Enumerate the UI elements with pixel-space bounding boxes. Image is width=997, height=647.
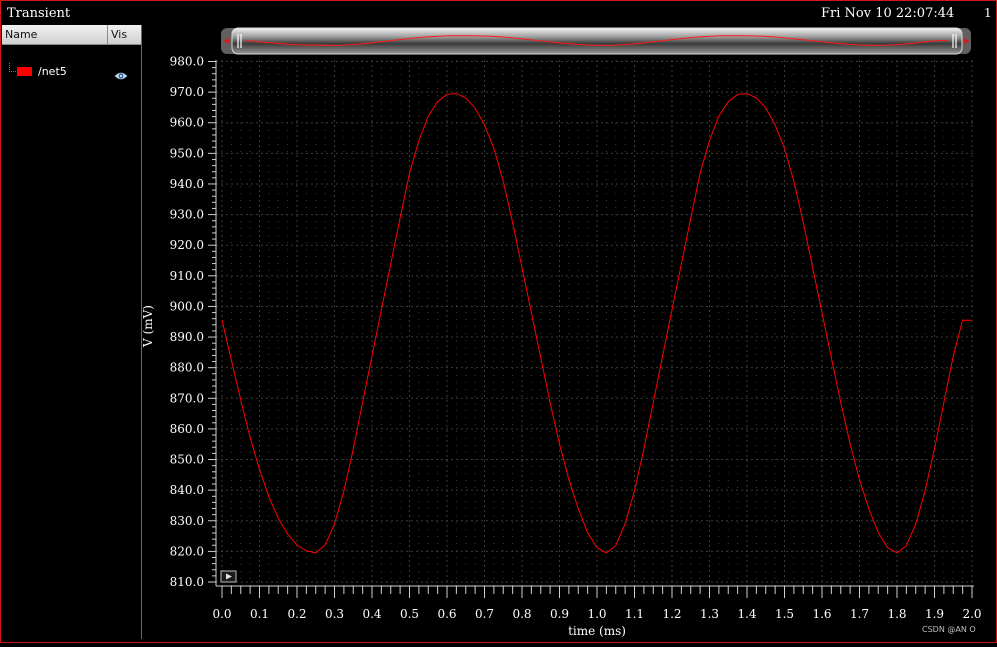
x-tick-label: 0.1 xyxy=(250,607,269,621)
y-tick-label: 880.0 xyxy=(170,361,204,375)
y-axis: 980.0 970.0 960.0 950.0 940.0 930.0 920.0 910.0… xyxy=(170,55,216,589)
x-tick-label: 1.1 xyxy=(625,607,644,621)
x-tick-label: 0.3 xyxy=(325,607,344,621)
y-tick-label: 890.0 xyxy=(170,330,204,344)
x-tick-label: 1.5 xyxy=(775,607,794,621)
x-axis-label: time (ms) xyxy=(568,624,626,638)
y-tick-label: 810.0 xyxy=(170,575,204,589)
watermark: CSDN @AN O xyxy=(922,625,976,634)
x-tick-label: 1.6 xyxy=(812,607,831,621)
y-tick-label: 850.0 xyxy=(170,453,204,467)
y-tick-label: 870.0 xyxy=(170,391,204,405)
y-tick-label: 980.0 xyxy=(170,55,204,69)
x-tick-label: 0.6 xyxy=(437,607,456,621)
x-tick-label: 1.7 xyxy=(850,607,869,621)
y-axis-label: V (mV) xyxy=(141,305,155,348)
x-tick-label: 1.3 xyxy=(700,607,719,621)
x-tick-label: 0.2 xyxy=(287,607,306,621)
x-tick-label: 1.9 xyxy=(925,607,944,621)
x-tick-label: 1.8 xyxy=(887,607,906,621)
y-tick-label: 860.0 xyxy=(170,422,204,436)
x-tick-label: 0.0 xyxy=(212,607,231,621)
x-tick-label: 0.4 xyxy=(362,607,381,621)
y-tick-label: 930.0 xyxy=(170,208,204,222)
waveform-chart[interactable]: 980.0 970.0 960.0 950.0 940.0 930.0 920.0 910.0… xyxy=(0,0,997,643)
y-tick-label: 920.0 xyxy=(170,238,204,252)
x-axis: 0.0 0.1 0.2 0.3 0.4 0.5 0.6 0.7 0.8 0.9 1.0 1.1 1.2 1… xyxy=(212,586,982,621)
y-tick-label: 840.0 xyxy=(170,483,204,497)
x-tick-label: 0.7 xyxy=(475,607,494,621)
x-tick-label: 1.0 xyxy=(587,607,606,621)
play-icon[interactable] xyxy=(220,570,237,583)
y-tick-label: 910.0 xyxy=(170,269,204,283)
y-tick-label: 900.0 xyxy=(170,299,204,313)
x-tick-label: 1.2 xyxy=(662,607,681,621)
y-tick-label: 950.0 xyxy=(170,146,204,160)
x-tick-label: 1.4 xyxy=(737,607,756,621)
waveform-area: 980.0 970.0 960.0 950.0 940.0 930.0 920.0 910.0… xyxy=(0,0,997,643)
y-tick-label: 960.0 xyxy=(170,116,204,130)
y-tick-label: 940.0 xyxy=(170,177,204,191)
x-tick-label: 0.9 xyxy=(550,607,569,621)
x-tick-label: 0.5 xyxy=(400,607,419,621)
y-tick-label: 820.0 xyxy=(170,544,204,558)
y-tick-label: 830.0 xyxy=(170,514,204,528)
y-tick-label: 970.0 xyxy=(170,85,204,99)
x-tick-label: 2.0 xyxy=(962,607,981,621)
overview-scrollbar[interactable] xyxy=(221,27,971,55)
x-tick-label: 0.8 xyxy=(512,607,531,621)
